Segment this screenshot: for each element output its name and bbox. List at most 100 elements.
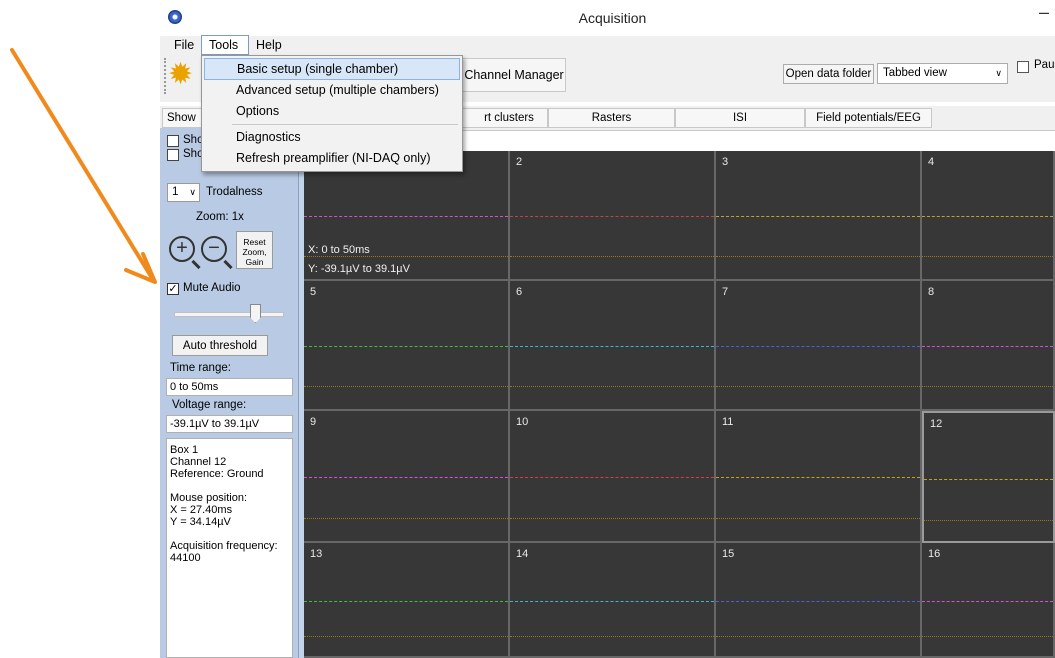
arrow-shaft [10, 48, 154, 280]
threshold-line [716, 518, 920, 519]
time-range-label: Time range: [170, 362, 231, 374]
menu-bar [160, 36, 1055, 56]
gear-icon[interactable]: ✹ [168, 58, 193, 92]
info-line: Box 1 [170, 444, 199, 456]
reset-zoom-gain-button[interactable]: Reset Zoom, Gain [236, 231, 273, 269]
tab-field-potentials[interactable]: Field potentials/EEG [805, 108, 932, 128]
channel-trace [922, 346, 1053, 347]
threshold-line [304, 256, 508, 257]
channel-number: 3 [722, 156, 729, 168]
channel-number: 2 [516, 156, 523, 168]
channel-trace [716, 216, 920, 217]
channel-cell[interactable]: 13 [304, 543, 510, 658]
threshold-line [510, 518, 714, 519]
threshold-line [922, 256, 1053, 257]
info-line: X = 27.40ms [170, 504, 233, 516]
trodalness-label: Trodalness [206, 186, 263, 198]
channel-trace [716, 477, 920, 478]
channel-number: 9 [310, 416, 317, 428]
threshold-line [716, 636, 920, 637]
view-mode-value: Tabbed view [883, 67, 947, 79]
channel-cell[interactable]: 9 [304, 411, 510, 543]
channel-cell[interactable]: 2 [510, 151, 716, 281]
mute-audio-label: Mute Audio [183, 282, 241, 294]
channel-trace [510, 601, 714, 602]
channel-cell[interactable]: 16 [922, 543, 1055, 658]
voltage-range-field[interactable]: -39.1µV to 39.1µV [166, 415, 293, 433]
info-line: Channel 12 [170, 456, 227, 468]
info-line [170, 480, 289, 492]
channel-cell[interactable]: 6 [510, 281, 716, 411]
channel-trace [922, 601, 1053, 602]
channel-trace [304, 216, 508, 217]
channel-trace [922, 216, 1053, 217]
info-line: 44100 [170, 552, 201, 564]
pause-label: Paus [1034, 59, 1055, 71]
auto-threshold-button[interactable]: Auto threshold [172, 335, 268, 356]
menu-item-diagnostics[interactable]: Diagnostics [204, 127, 460, 149]
view-mode-select[interactable]: Tabbed view ∨ [877, 63, 1008, 84]
threshold-line [716, 386, 920, 387]
zoom-out-icon[interactable]: − [201, 236, 227, 262]
threshold-line [304, 518, 508, 519]
channel-trace [510, 477, 714, 478]
menu-file[interactable]: File [174, 38, 194, 52]
info-line: Reference: Ground [170, 468, 264, 480]
threshold-line [304, 636, 508, 637]
window-title: Acquisition [578, 10, 647, 26]
threshold-line [922, 386, 1053, 387]
channel-manager-button[interactable]: Channel Manager [462, 58, 566, 92]
chevron-down-icon: ∨ [995, 68, 1002, 78]
zoom-in-icon[interactable]: + [169, 236, 195, 262]
channel-number: 15 [722, 548, 735, 560]
channel-number: 14 [516, 548, 529, 560]
pause-checkbox[interactable] [1017, 61, 1029, 73]
channel-number: 16 [928, 548, 941, 560]
channel-cell[interactable]: 15 [716, 543, 922, 658]
open-data-folder-button[interactable]: Open data folder [783, 64, 874, 84]
channel-trace [716, 346, 920, 347]
channel-cell[interactable]: 11 [716, 411, 922, 543]
volume-slider[interactable] [174, 312, 284, 317]
channel-number: 13 [310, 548, 323, 560]
menu-item-refresh-preamplifier[interactable]: Refresh preamplifier (NI-DAQ only) [204, 148, 460, 170]
channel-cell[interactable]: 8 [922, 281, 1055, 411]
channel-number: 11 [722, 416, 734, 428]
menu-tools[interactable]: Tools [209, 38, 238, 52]
channel-cell[interactable]: 10 [510, 411, 716, 543]
channel-cell[interactable]: 5 [304, 281, 510, 411]
info-line: Acquisition frequency: [170, 540, 278, 552]
channel-cell[interactable]: 7 [716, 281, 922, 411]
threshold-line [924, 520, 1053, 521]
minimize-button[interactable]: – [1039, 2, 1055, 23]
threshold-line [510, 636, 714, 637]
channel-grid[interactable]: 2 3 4 5 6 7 8 9 10 11 12 13 14 15 16 [304, 151, 1055, 658]
channel-number: 7 [722, 286, 729, 298]
channel-cell[interactable]: 12 [922, 411, 1055, 543]
zoom-label: Zoom: 1x [196, 211, 244, 223]
time-range-field[interactable]: 0 to 50ms [166, 378, 293, 396]
tools-dropdown-menu: Basic setup (single chamber) Advanced se… [201, 55, 463, 172]
threshold-line [922, 636, 1053, 637]
menu-item-options[interactable]: Options [204, 101, 460, 123]
info-line: Mouse position: [170, 492, 248, 504]
info-line: Y = 34.14µV [170, 516, 231, 528]
channel-trace [510, 346, 714, 347]
annotation-arrow [10, 48, 157, 284]
tab-isi[interactable]: ISI [675, 108, 805, 128]
channel-number: 12 [930, 418, 943, 430]
trodalness-select[interactable]: 1 ∨ [167, 183, 200, 202]
tab-rasters[interactable]: Rasters [548, 108, 675, 128]
menu-item-advanced-setup[interactable]: Advanced setup (multiple chambers) [204, 80, 460, 102]
channel-cell[interactable]: 3 [716, 151, 922, 281]
channel-cell[interactable]: 14 [510, 543, 716, 658]
voltage-range-label: Voltage range: [172, 399, 247, 411]
channel-cell[interactable]: 4 [922, 151, 1055, 281]
threshold-line [304, 386, 508, 387]
menu-item-basic-setup[interactable]: Basic setup (single chamber) [204, 58, 460, 80]
channel-trace [304, 346, 508, 347]
channel-number: 4 [928, 156, 935, 168]
channel-trace [304, 477, 508, 478]
channel-trace [924, 479, 1053, 480]
menu-help[interactable]: Help [256, 38, 282, 52]
